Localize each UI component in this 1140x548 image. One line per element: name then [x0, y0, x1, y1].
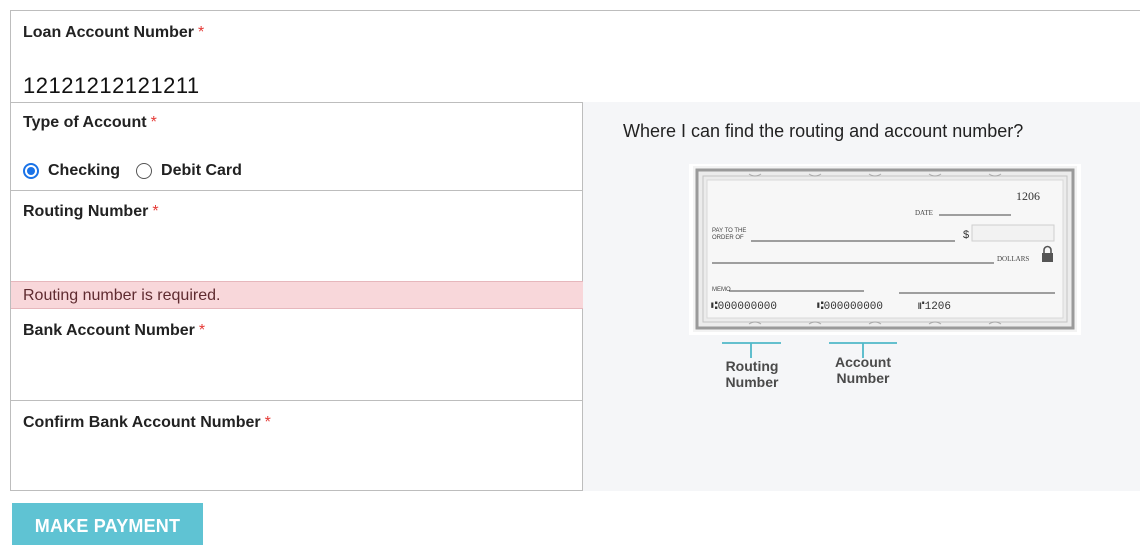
radio-option-debit-card[interactable]: Debit Card [136, 162, 242, 180]
routing-caption-line-2: Number [726, 374, 779, 390]
routing-number-label: Routing Number * [23, 203, 159, 220]
routing-number-input[interactable] [23, 235, 570, 263]
radio-label-debit-card: Debit Card [161, 162, 242, 179]
help-title: Where I can find the routing and account… [623, 121, 1024, 141]
account-caption-line-2: Number [837, 370, 890, 386]
cheque-dollars-label: DOLLARS [997, 255, 1029, 263]
routing-caption-line-1: Routing [726, 358, 779, 374]
payment-form: Loan Account Number * 12121212121211 Type… [10, 10, 1140, 491]
loan-account-value[interactable]: 12121212121211 [23, 73, 200, 99]
radio-label-checking: Checking [48, 162, 121, 179]
make-payment-button[interactable]: MAKE PAYMENT [12, 503, 203, 545]
cheque-dollar-sign: $ [963, 229, 969, 241]
confirm-account-section: Confirm Bank Account Number * [11, 401, 582, 491]
radio-option-checking[interactable]: Checking [23, 162, 120, 180]
required-asterisk: * [197, 24, 205, 41]
confirm-account-label: Confirm Bank Account Number * [23, 414, 271, 431]
loan-account-label: Loan Account Number * [23, 24, 205, 41]
cheque-memo-label: MEMO [712, 287, 731, 293]
cheque-pay-to-line-1: PAY TO THE [712, 228, 746, 234]
account-type-section: Type of Account * Checking Debit Card [11, 102, 582, 191]
required-asterisk: * [150, 114, 157, 131]
radio-checked-icon[interactable] [23, 163, 39, 179]
account-caption-line-1: Account [835, 354, 891, 370]
bank-account-input[interactable] [23, 355, 570, 383]
cheque-captions: Routing Number Account Number [722, 342, 897, 390]
cheque-pay-to-line-2: ORDER OF [712, 235, 744, 241]
account-type-radio-group: Checking Debit Card [23, 162, 258, 180]
account-type-label: Type of Account * [23, 114, 157, 131]
loan-account-section: Loan Account Number * 12121212121211 [11, 11, 1140, 103]
required-asterisk: * [198, 322, 206, 339]
routing-help-panel: Where I can find the routing and account… [583, 102, 1140, 491]
required-asterisk: * [264, 414, 271, 431]
bank-details-column: Type of Account * Checking Debit Card Rou… [11, 102, 583, 491]
required-asterisk: * [152, 203, 159, 220]
confirm-account-input[interactable] [23, 447, 570, 475]
micr-check-number: ⑈1206 [918, 301, 951, 313]
sample-cheque-illustration: 1206 DATE PAY TO THE ORDER OF $ DOLLARS … [689, 164, 1081, 335]
micr-routing: ⑆000000000 [711, 301, 777, 313]
micr-account: ⑆000000000 [817, 301, 883, 313]
cheque-date-label: DATE [915, 209, 933, 217]
cheque-number: 1206 [1016, 189, 1040, 203]
bank-account-label: Bank Account Number * [23, 322, 206, 339]
radio-unchecked-icon[interactable] [136, 163, 153, 179]
routing-number-error: Routing number is required. [11, 281, 583, 309]
bank-account-section: Bank Account Number * [11, 309, 582, 401]
